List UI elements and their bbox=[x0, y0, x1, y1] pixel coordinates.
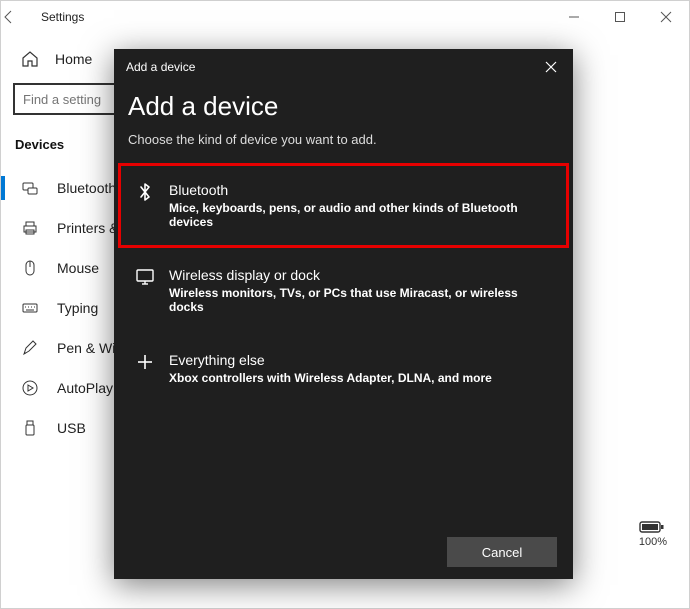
maximize-button[interactable] bbox=[597, 1, 643, 33]
close-window-button[interactable] bbox=[643, 1, 689, 33]
sidebar-home-label: Home bbox=[55, 51, 92, 67]
device-kind-list: Bluetooth Mice, keyboards, pens, or audi… bbox=[114, 163, 573, 404]
window-controls bbox=[551, 1, 689, 33]
window-title: Settings bbox=[41, 10, 84, 24]
battery-icon bbox=[639, 520, 667, 534]
dialog-subtitle: Choose the kind of device you want to ad… bbox=[128, 132, 559, 147]
bluetooth-icon bbox=[135, 182, 155, 202]
option-wireless-display[interactable]: Wireless display or dock Wireless monito… bbox=[118, 248, 569, 333]
sidebar-item-label: Typing bbox=[57, 300, 98, 316]
dialog-small-title: Add a device bbox=[126, 60, 195, 74]
keyboard-icon bbox=[21, 299, 39, 317]
printer-icon bbox=[21, 219, 39, 237]
sidebar-item-label: Mouse bbox=[57, 260, 99, 276]
battery-status: 100% bbox=[639, 520, 667, 548]
option-title: Bluetooth bbox=[169, 182, 552, 198]
pen-icon bbox=[21, 339, 39, 357]
usb-icon bbox=[21, 419, 39, 437]
home-icon bbox=[21, 50, 39, 68]
option-title: Wireless display or dock bbox=[169, 267, 552, 283]
sidebar-item-label: AutoPlay bbox=[57, 380, 113, 396]
option-bluetooth[interactable]: Bluetooth Mice, keyboards, pens, or audi… bbox=[118, 163, 569, 248]
option-desc: Xbox controllers with Wireless Adapter, … bbox=[169, 371, 492, 385]
dialog-title: Add a device bbox=[128, 91, 559, 122]
bluetooth-devices-icon bbox=[21, 179, 39, 197]
option-desc: Wireless monitors, TVs, or PCs that use … bbox=[169, 286, 552, 314]
option-desc: Mice, keyboards, pens, or audio and othe… bbox=[169, 201, 552, 229]
dialog-footer: Cancel bbox=[447, 537, 557, 567]
mouse-icon bbox=[21, 259, 39, 277]
monitor-icon bbox=[135, 267, 155, 287]
battery-label: 100% bbox=[639, 536, 667, 548]
dialog-close-button[interactable] bbox=[541, 57, 561, 77]
plus-icon bbox=[135, 352, 155, 372]
titlebar: Settings bbox=[1, 1, 689, 33]
add-device-dialog: Add a device Add a device Choose the kin… bbox=[114, 49, 573, 579]
autoplay-icon bbox=[21, 379, 39, 397]
option-everything-else[interactable]: Everything else Xbox controllers with Wi… bbox=[118, 333, 569, 404]
settings-window: Settings Home bbox=[0, 0, 690, 609]
option-title: Everything else bbox=[169, 352, 492, 368]
back-button[interactable] bbox=[1, 9, 41, 25]
sidebar-item-label: USB bbox=[57, 420, 86, 436]
dialog-header: Add a device Choose the kind of device y… bbox=[114, 85, 573, 147]
cancel-button[interactable]: Cancel bbox=[447, 537, 557, 567]
minimize-button[interactable] bbox=[551, 1, 597, 33]
dialog-titlebar: Add a device bbox=[114, 49, 573, 85]
